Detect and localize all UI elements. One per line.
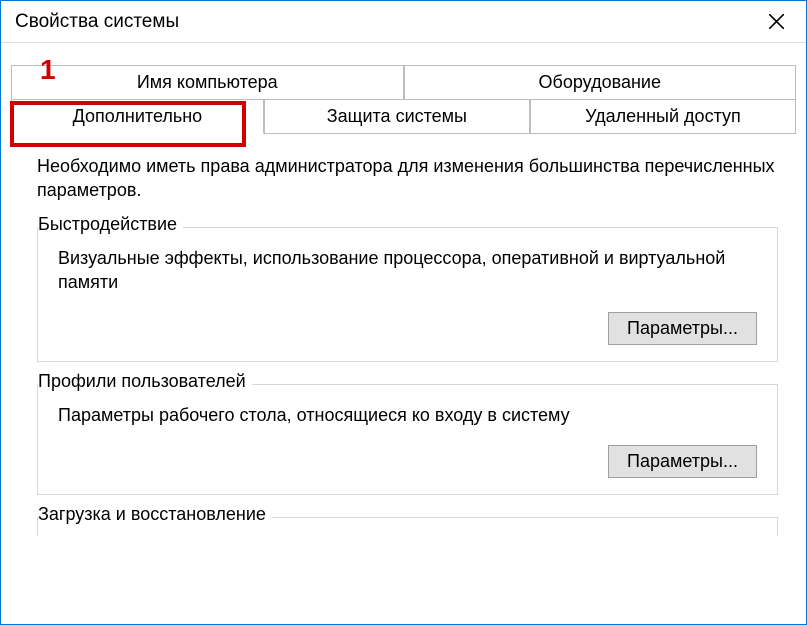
tab-system-protection[interactable]: Защита системы	[264, 99, 530, 134]
profiles-group: Профили пользователей Параметры рабочего…	[37, 384, 778, 495]
performance-desc: Визуальные эффекты, использование процес…	[58, 246, 757, 295]
profiles-button-row: Параметры...	[58, 445, 757, 478]
startup-group: Загрузка и восстановление	[37, 517, 778, 536]
tab-remote-access[interactable]: Удаленный доступ	[530, 99, 796, 134]
admin-rights-note: Необходимо иметь права администратора дл…	[37, 154, 778, 203]
profiles-title: Профили пользователей	[38, 371, 252, 392]
profiles-desc: Параметры рабочего стола, относящиеся ко…	[58, 403, 757, 427]
window-title: Свойства системы	[15, 11, 179, 33]
close-button[interactable]	[752, 1, 800, 42]
startup-title: Загрузка и восстановление	[38, 504, 272, 525]
tab-advanced[interactable]: Дополнительно	[11, 99, 264, 134]
performance-title: Быстродействие	[38, 214, 183, 235]
system-properties-window: Свойства системы 1 Имя компьютера Оборуд…	[0, 0, 807, 625]
performance-settings-button[interactable]: Параметры...	[608, 312, 757, 345]
profiles-settings-button[interactable]: Параметры...	[608, 445, 757, 478]
titlebar: Свойства системы	[1, 1, 806, 43]
tab-row-top: Имя компьютера Оборудование	[11, 65, 796, 100]
performance-button-row: Параметры...	[58, 312, 757, 345]
close-icon	[769, 14, 784, 29]
tab-hardware[interactable]: Оборудование	[404, 65, 797, 100]
tab-row-bottom: Дополнительно Защита системы Удаленный д…	[11, 99, 796, 134]
tabs-container: Имя компьютера Оборудование Дополнительн…	[1, 65, 806, 134]
tab-content: Необходимо иметь права администратора дл…	[1, 134, 806, 624]
performance-group: Быстродействие Визуальные эффекты, испол…	[37, 227, 778, 363]
annotation-marker: 1	[40, 54, 56, 86]
tab-computer-name[interactable]: Имя компьютера	[11, 65, 404, 100]
